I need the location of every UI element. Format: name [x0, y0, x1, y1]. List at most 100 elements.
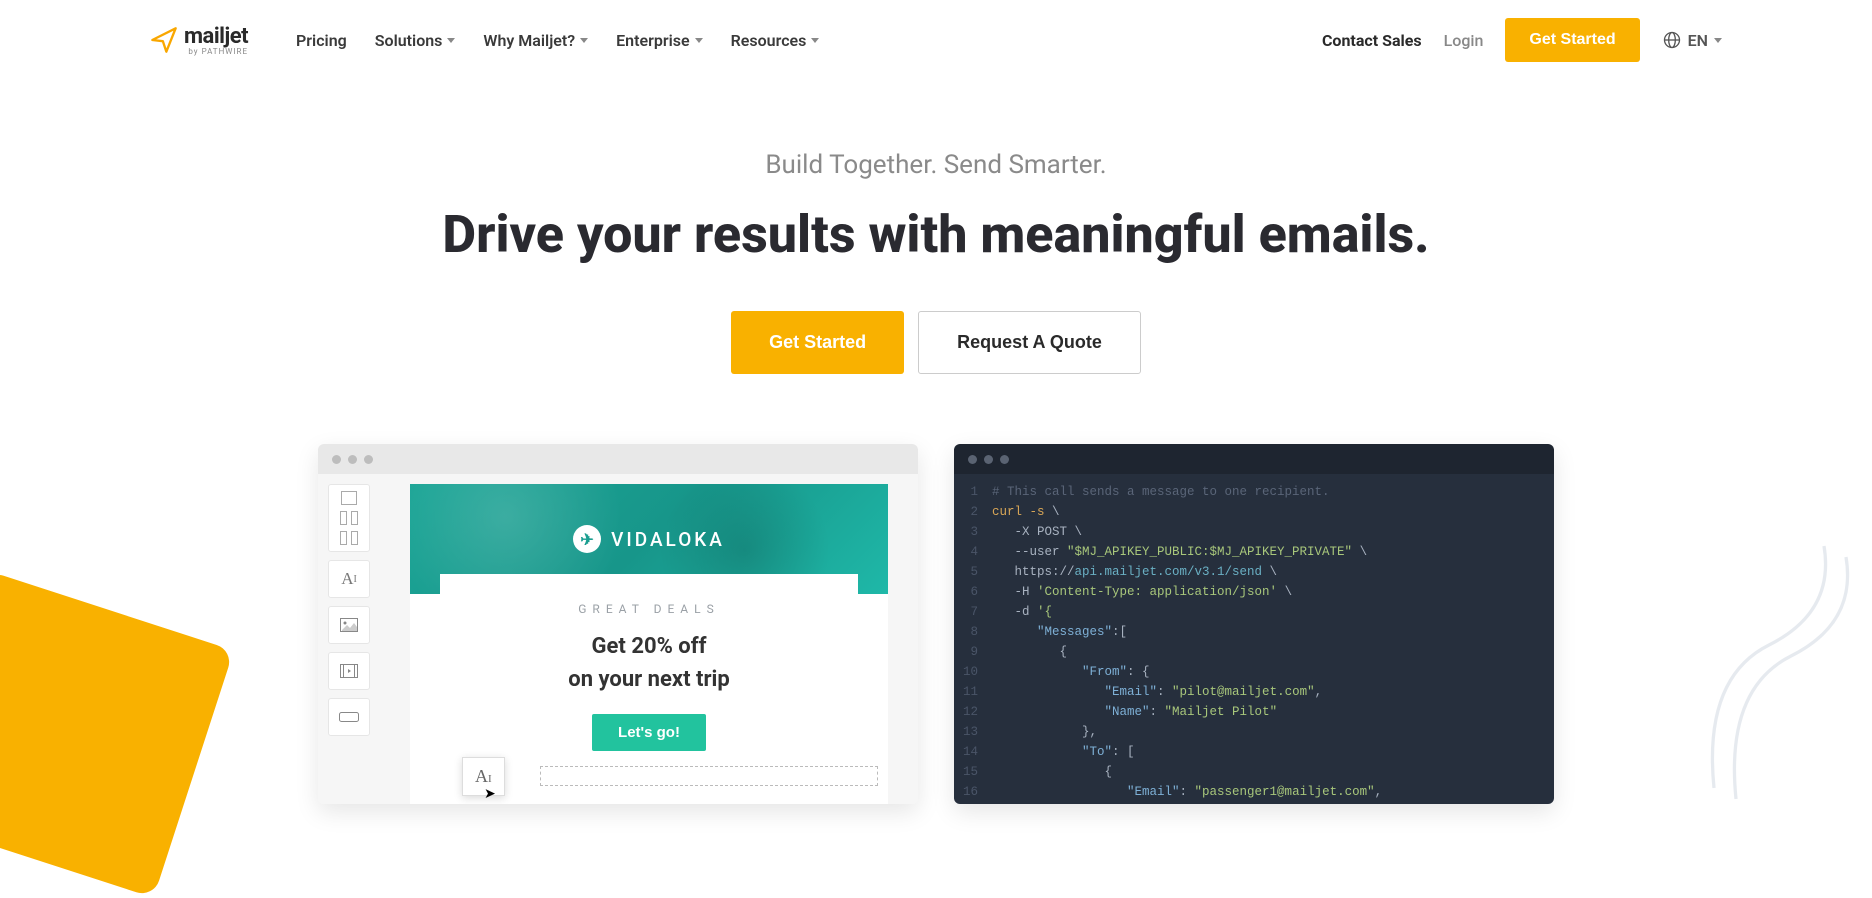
- decorative-shape: [1692, 524, 1872, 804]
- code-line: 6 -H 'Content-Type: application/json' \: [954, 582, 1554, 602]
- line-number: 2: [954, 502, 992, 522]
- layout-half-icon: [351, 511, 358, 525]
- layout-half-icon: [340, 531, 347, 545]
- deal-button[interactable]: Let's go!: [592, 714, 706, 751]
- line-content: {: [992, 762, 1112, 782]
- image-icon: [340, 618, 358, 632]
- line-number: 11: [954, 682, 992, 702]
- hero-get-started-button[interactable]: Get Started: [731, 311, 904, 374]
- line-number: 9: [954, 642, 992, 662]
- chevron-down-icon: [695, 38, 703, 43]
- chevron-down-icon: [447, 38, 455, 43]
- language-selector[interactable]: EN: [1662, 30, 1722, 50]
- nav-why[interactable]: Why Mailjet?: [483, 31, 588, 50]
- line-content: "Email": "passenger1@mailjet.com",: [992, 782, 1382, 802]
- line-content: "Email": "pilot@mailjet.com",: [992, 682, 1322, 702]
- code-area: 1# This call sends a message to one reci…: [954, 474, 1554, 804]
- cta-row: Get Started Request A Quote: [20, 311, 1852, 374]
- logo-text: mailjet: [184, 24, 248, 49]
- code-line: 10 "From": {: [954, 662, 1554, 682]
- headline: Drive your results with meaningful email…: [20, 204, 1852, 265]
- line-content: "To": [: [992, 742, 1135, 762]
- video-icon: [340, 664, 358, 678]
- paper-plane-icon: [150, 26, 178, 54]
- line-content: -H 'Content-Type: application/json' \: [992, 582, 1292, 602]
- code-line: 17 "Name": "passenger 1": [954, 802, 1554, 804]
- window-dot-icon: [984, 455, 993, 464]
- line-content: --user "$MJ_APIKEY_PUBLIC:$MJ_APIKEY_PRI…: [992, 542, 1367, 562]
- nav-enterprise-label: Enterprise: [616, 31, 689, 50]
- code-line: 14 "To": [: [954, 742, 1554, 762]
- cursor-icon: ➤: [484, 786, 496, 802]
- line-number: 10: [954, 662, 992, 682]
- dropzone[interactable]: [540, 766, 878, 786]
- chevron-down-icon: [1714, 38, 1722, 43]
- tagline: Build Together. Send Smarter.: [20, 150, 1852, 180]
- line-content: "From": {: [992, 662, 1150, 682]
- code-line: 12 "Name": "Mailjet Pilot": [954, 702, 1554, 722]
- nav-resources[interactable]: Resources: [731, 31, 820, 50]
- dragging-tool-label: A: [475, 766, 488, 786]
- contact-sales-link[interactable]: Contact Sales: [1322, 31, 1422, 50]
- line-content: -X POST \: [992, 522, 1082, 542]
- line-content: {: [992, 642, 1067, 662]
- button-tool[interactable]: [328, 698, 370, 736]
- nav-why-label: Why Mailjet?: [483, 31, 575, 50]
- layout-full-icon: [341, 491, 357, 505]
- line-content: https://api.mailjet.com/v3.1/send \: [992, 562, 1277, 582]
- window-bar: [954, 444, 1554, 474]
- designer-body: AI ✈ VIDALOKA GREAT DEALS Get 20% off on…: [318, 474, 918, 804]
- code-line: 1# This call sends a message to one reci…: [954, 482, 1554, 502]
- code-line: 13 },: [954, 722, 1554, 742]
- window-dot-icon: [348, 455, 357, 464]
- video-tool[interactable]: [328, 652, 370, 690]
- hero: Build Together. Send Smarter. Drive your…: [0, 80, 1872, 414]
- globe-icon: [1662, 30, 1682, 50]
- image-tool[interactable]: [328, 606, 370, 644]
- login-link[interactable]: Login: [1444, 31, 1484, 50]
- hero-request-quote-button[interactable]: Request A Quote: [918, 311, 1141, 374]
- line-number: 4: [954, 542, 992, 562]
- text-tool-label: A: [341, 569, 353, 589]
- line-number: 1: [954, 482, 992, 502]
- code-line: 16 "Email": "passenger1@mailjet.com",: [954, 782, 1554, 802]
- line-content: },: [992, 722, 1097, 742]
- nav-resources-label: Resources: [731, 31, 807, 50]
- code-line: 9 {: [954, 642, 1554, 662]
- line-number: 15: [954, 762, 992, 782]
- logo[interactable]: mailjet by PATHWIRE: [150, 24, 248, 56]
- code-line: 5 https://api.mailjet.com/v3.1/send \: [954, 562, 1554, 582]
- nav-enterprise[interactable]: Enterprise: [616, 31, 702, 50]
- layout-tool-group[interactable]: [328, 484, 370, 552]
- deal-label: GREAT DEALS: [460, 602, 838, 616]
- line-number: 8: [954, 622, 992, 642]
- line-number: 13: [954, 722, 992, 742]
- hero-panels: AI ✈ VIDALOKA GREAT DEALS Get 20% off on…: [0, 414, 1872, 804]
- text-tool[interactable]: AI: [328, 560, 370, 598]
- line-number: 17: [954, 802, 992, 804]
- designer-panel: AI ✈ VIDALOKA GREAT DEALS Get 20% off on…: [318, 444, 918, 804]
- airplane-icon: ✈: [573, 525, 601, 553]
- line-content: "Name": "Mailjet Pilot": [992, 702, 1277, 722]
- designer-toolbar: AI: [318, 474, 380, 804]
- nav-pricing[interactable]: Pricing: [296, 31, 347, 50]
- nav-solutions[interactable]: Solutions: [375, 31, 456, 50]
- line-number: 6: [954, 582, 992, 602]
- code-panel: 1# This call sends a message to one reci…: [954, 444, 1554, 804]
- email-body: GREAT DEALS Get 20% off on your next tri…: [440, 574, 858, 779]
- line-content: "Messages":[: [992, 622, 1127, 642]
- code-line: 4 --user "$MJ_APIKEY_PUBLIC:$MJ_APIKEY_P…: [954, 542, 1554, 562]
- logo-subtext: by PATHWIRE: [184, 47, 248, 56]
- code-line: 3 -X POST \: [954, 522, 1554, 542]
- window-dot-icon: [332, 455, 341, 464]
- code-line: 11 "Email": "pilot@mailjet.com",: [954, 682, 1554, 702]
- line-content: curl -s \: [992, 502, 1060, 522]
- line-number: 7: [954, 602, 992, 622]
- get-started-button[interactable]: Get Started: [1505, 18, 1639, 62]
- window-dot-icon: [968, 455, 977, 464]
- window-dot-icon: [1000, 455, 1009, 464]
- nav-pricing-label: Pricing: [296, 31, 347, 50]
- line-number: 3: [954, 522, 992, 542]
- line-content: -d '{: [992, 602, 1052, 622]
- chevron-down-icon: [580, 38, 588, 43]
